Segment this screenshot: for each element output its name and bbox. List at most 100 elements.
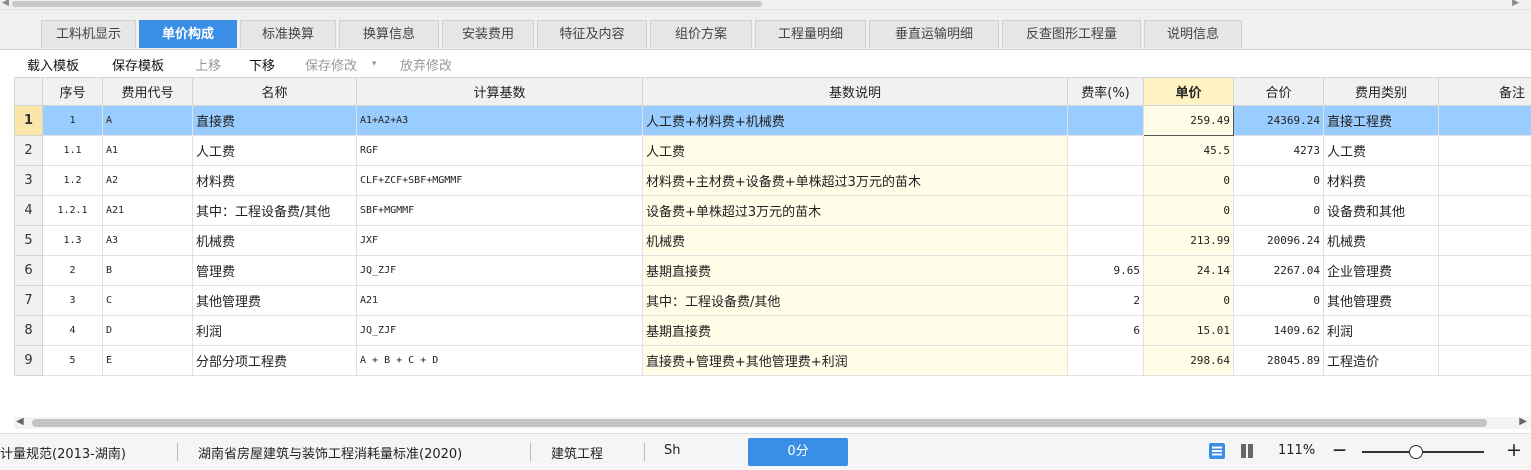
cell-remark[interactable] — [1438, 285, 1531, 316]
top-scrollbar-thumb[interactable] — [12, 1, 762, 7]
cell-basis-desc[interactable]: 人工费 — [642, 135, 1068, 166]
cell-seq[interactable]: 5 — [42, 345, 103, 376]
tab-standard-conversion[interactable]: 标准换算 — [240, 20, 336, 48]
cell-basis[interactable]: A + B + C + D — [356, 345, 643, 376]
table-row[interactable]: 7 3 C 其他管理费 A21 其中：工程设备费/其他 2 0 0 其他管理费 — [14, 285, 1531, 316]
header-basis[interactable]: 计算基数 — [356, 77, 643, 106]
cell-remark[interactable] — [1438, 315, 1531, 346]
cell-unit-price[interactable]: 298.64 — [1143, 345, 1234, 376]
cell-seq[interactable]: 2 — [42, 255, 103, 286]
cell-category[interactable]: 工程造价 — [1323, 345, 1439, 376]
cell-rate[interactable] — [1067, 105, 1144, 136]
cell-remark[interactable] — [1438, 225, 1531, 256]
status-spec[interactable]: 计量规范(2013-湖南) — [0, 443, 126, 462]
cell-name[interactable]: 机械费 — [192, 225, 357, 256]
table-row[interactable]: 4 1.2.1 A21 其中：工程设备费/其他 SBF+MGMMF 设备费+单株超过3万元… — [14, 195, 1531, 226]
header-name[interactable]: 名称 — [192, 77, 357, 106]
cell-total-price[interactable]: 4273 — [1233, 135, 1324, 166]
zoom-slider-handle[interactable] — [1409, 445, 1423, 459]
status-discipline[interactable]: 建筑工程 — [551, 443, 603, 462]
cell-category[interactable]: 其他管理费 — [1323, 285, 1439, 316]
table-row[interactable]: 5 1.3 A3 机械费 JXF 机械费 213.99 20096.24 机械费 — [14, 225, 1531, 256]
cell-rate[interactable] — [1067, 165, 1144, 196]
cell-category[interactable]: 机械费 — [1323, 225, 1439, 256]
cell-code[interactable]: A3 — [102, 225, 193, 256]
cell-name[interactable]: 材料费 — [192, 165, 357, 196]
cell-unit-price[interactable]: 45.5 — [1143, 135, 1234, 166]
cell-basis[interactable]: A21 — [356, 285, 643, 316]
status-standard[interactable]: 湖南省房屋建筑与装饰工程消耗量标准(2020) — [198, 443, 462, 462]
top-scrollbar[interactable]: ◀ ▶ — [0, 0, 1531, 10]
table-row[interactable]: 2 1.1 A1 人工费 RGF 人工费 45.5 4273 人工费 — [14, 135, 1531, 166]
split-view-icon[interactable] — [1238, 442, 1256, 460]
cell-basis-desc[interactable]: 直接费+管理费+其他管理费+利润 — [642, 345, 1068, 376]
cell-remark[interactable] — [1438, 345, 1531, 376]
tab-labor-material-machine[interactable]: 工料机显示 — [41, 20, 136, 48]
cell-name[interactable]: 其中：工程设备费/其他 — [192, 195, 357, 226]
cell-total-price[interactable]: 0 — [1233, 165, 1324, 196]
cell-name[interactable]: 利润 — [192, 315, 357, 346]
save-template-button[interactable]: 保存模板 — [112, 55, 164, 74]
cell-seq[interactable]: 4 — [42, 315, 103, 346]
cell-category[interactable]: 设备费和其他 — [1323, 195, 1439, 226]
tab-quantity-detail[interactable]: 工程量明细 — [755, 20, 866, 48]
cell-name[interactable]: 直接费 — [192, 105, 357, 136]
row-number[interactable]: 3 — [14, 165, 43, 196]
discard-changes-button[interactable]: 放弃修改 — [400, 55, 452, 74]
horizontal-scrollbar[interactable]: ◀ ▶ — [14, 416, 1531, 429]
cell-unit-price[interactable]: 15.01 — [1143, 315, 1234, 346]
table-row[interactable]: 8 4 D 利润 JQ_ZJF 基期直接费 6 15.01 1409.62 利润 — [14, 315, 1531, 346]
cell-rate[interactable]: 6 — [1067, 315, 1144, 346]
cell-basis[interactable]: JQ_ZJF — [356, 315, 643, 346]
cell-code[interactable]: A1 — [102, 135, 193, 166]
cell-total-price[interactable]: 0 — [1233, 195, 1324, 226]
table-row[interactable]: 6 2 B 管理费 JQ_ZJF 基期直接费 9.65 24.14 2267.04 企业管理费 — [14, 255, 1531, 286]
table-row[interactable]: 1 1 A 直接费 A1+A2+A3 人工费+材料费+机械费 259.49 24369.24 直… — [14, 105, 1531, 136]
cell-code[interactable]: A — [102, 105, 193, 136]
cell-code[interactable]: A21 — [102, 195, 193, 226]
cell-basis[interactable]: JXF — [356, 225, 643, 256]
cell-category[interactable]: 直接工程费 — [1323, 105, 1439, 136]
cell-category[interactable]: 人工费 — [1323, 135, 1439, 166]
cell-total-price[interactable]: 20096.24 — [1233, 225, 1324, 256]
tab-installation-fee[interactable]: 安装费用 — [442, 20, 534, 48]
cell-basis-desc[interactable]: 材料费+主材费+设备费+单株超过3万元的苗木 — [642, 165, 1068, 196]
cell-basis[interactable]: JQ_ZJF — [356, 255, 643, 286]
tab-reverse-graphic-quantity[interactable]: 反查图形工程量 — [1002, 20, 1141, 48]
cell-total-price[interactable]: 24369.24 — [1233, 105, 1324, 136]
cell-category[interactable]: 利润 — [1323, 315, 1439, 346]
cell-seq[interactable]: 1.2 — [42, 165, 103, 196]
tab-vertical-transport-detail[interactable]: 垂直运输明细 — [869, 20, 999, 48]
table-row[interactable]: 9 5 E 分部分项工程费 A + B + C + D 直接费+管理费+其他管理费+利润 2… — [14, 345, 1531, 376]
hscroll-left-arrow-icon[interactable]: ◀ — [16, 416, 24, 427]
tab-pricing-scheme[interactable]: 组价方案 — [650, 20, 752, 48]
cell-seq[interactable]: 1.2.1 — [42, 195, 103, 226]
cell-unit-price[interactable]: 259.49 — [1143, 105, 1234, 136]
row-number[interactable]: 6 — [14, 255, 43, 286]
header-code[interactable]: 费用代号 — [102, 77, 193, 106]
cell-basis[interactable]: A1+A2+A3 — [356, 105, 643, 136]
header-rate[interactable]: 费率(%) — [1067, 77, 1144, 106]
header-total-price[interactable]: 合价 — [1233, 77, 1324, 106]
row-number[interactable]: 1 — [14, 105, 43, 136]
row-number[interactable]: 4 — [14, 195, 43, 226]
tab-description-info[interactable]: 说明信息 — [1144, 20, 1242, 48]
cell-remark[interactable] — [1438, 195, 1531, 226]
cell-code[interactable]: D — [102, 315, 193, 346]
cell-name[interactable]: 管理费 — [192, 255, 357, 286]
row-number[interactable]: 5 — [14, 225, 43, 256]
cell-rate[interactable] — [1067, 135, 1144, 166]
cell-unit-price[interactable]: 0 — [1143, 195, 1234, 226]
cell-rate[interactable] — [1067, 195, 1144, 226]
cell-remark[interactable] — [1438, 105, 1531, 136]
cell-code[interactable]: C — [102, 285, 193, 316]
cell-category[interactable]: 材料费 — [1323, 165, 1439, 196]
cell-basis-desc[interactable]: 设备费+单株超过3万元的苗木 — [642, 195, 1068, 226]
cell-code[interactable]: E — [102, 345, 193, 376]
row-number[interactable]: 2 — [14, 135, 43, 166]
cell-rate[interactable] — [1067, 225, 1144, 256]
cell-rate[interactable] — [1067, 345, 1144, 376]
cell-unit-price[interactable]: 0 — [1143, 165, 1234, 196]
cell-basis-desc[interactable]: 机械费 — [642, 225, 1068, 256]
row-number[interactable]: 9 — [14, 345, 43, 376]
